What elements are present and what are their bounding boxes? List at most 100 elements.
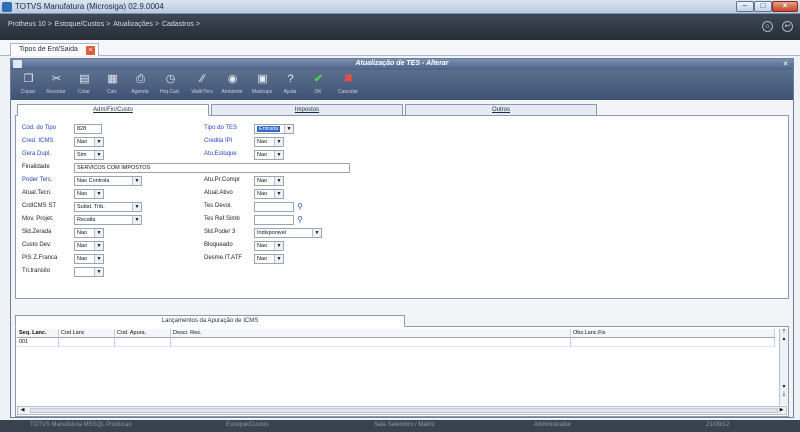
bloqueado-label: Bloqueado [204,242,233,248]
select-value: Nao [257,178,268,184]
chevron-down-icon: ▼ [94,268,103,276]
atu-estoque-select[interactable]: Nao ▼ [254,150,284,160]
tipo-tes-label: Tipo do TES [204,125,238,131]
ok-button[interactable]: ✔ OK [305,72,331,99]
minimize-button[interactable]: – [736,1,754,12]
bloqueado-select[interactable]: Nao ▼ [254,241,284,251]
select-value: Nao Controla [77,178,110,184]
table-cell[interactable] [171,338,571,347]
calculator-icon: ▦ [107,73,118,85]
workspace: Tipos de Ent/Saida × Atualização de TES … [0,40,800,420]
chevron-down-icon: ▼ [94,242,103,250]
tes-devol-field[interactable] [254,202,294,212]
pis-z-franca-select[interactable]: Nao ▼ [74,254,104,264]
atual-ativo-select[interactable]: Nao ▼ [254,189,284,199]
scroll-left-icon[interactable]: ◀ [18,407,27,414]
tab-label: Lançamentos da Apuração de ICMS [161,318,259,324]
breadcrumb-item[interactable]: Cadastros > [162,21,200,28]
chevron-down-icon: ▼ [274,190,283,198]
ambiente-button[interactable]: ◉ Ambiente [219,72,245,99]
atu-pr-compr-select[interactable]: Nao ▼ [254,176,284,186]
vertical-scrollbar[interactable]: ⤒ ▲ ▼ ⤓ [779,329,788,405]
column-header[interactable]: Seq. Lanc. [17,329,59,338]
cut-button[interactable]: ✂ Recortar [43,72,69,99]
tab-lancamentos-icms[interactable]: Lançamentos da Apuração de ICMS [15,315,405,327]
cod-tipo-field[interactable]: 828 [74,124,102,134]
horizontal-scrollbar[interactable]: ◀ ▶ [17,406,787,415]
tes-ref-simb-field[interactable] [254,215,294,225]
scroll-up-icon[interactable]: ▲ [780,336,788,343]
status-date: 21/09/12 [706,422,730,428]
agenda-button[interactable]: ⎙ Agenda [127,72,153,99]
mov-projet-select[interactable]: Recalla ▼ [74,215,142,225]
table-cell[interactable] [571,338,775,347]
sld-poder3-select[interactable]: Indisponivel ▼ [254,228,322,238]
home-icon[interactable]: ⌂ [762,21,773,32]
mashups-button[interactable]: ▣ Mashups [249,72,275,99]
custo-dev-label: Custo Dev. [22,242,52,248]
close-tab-icon[interactable]: × [85,46,95,55]
exit-icon[interactable]: ↩ [782,21,793,32]
cred-icms-select[interactable]: Nao ▼ [74,137,104,147]
chevron-down-icon: ▼ [94,229,103,237]
dialog-close-icon[interactable]: ✕ [781,60,790,69]
table-cell[interactable] [59,338,115,347]
scroll-top-icon[interactable]: ⤒ [780,329,788,336]
poder-terc-select[interactable]: Nao Controla ▼ [74,176,142,186]
status-user: Administrador [534,422,572,428]
tipo-tes-select[interactable]: Entrada ▼ [254,124,294,134]
close-window-button[interactable]: × [772,1,798,12]
scroll-down-icon[interactable]: ▼ [780,384,788,391]
column-header[interactable]: Cod. Apura. [115,329,171,338]
pis-z-franca-label: PIS Z.Franca [22,255,58,261]
history-button[interactable]: ◷ Hrq.Cad. [157,72,183,99]
column-header[interactable]: Cod Lanc [59,329,115,338]
atual-tecn-select[interactable]: Nao ▼ [74,189,104,199]
scroll-bottom-icon[interactable]: ⤓ [780,391,788,398]
status-module: Estoque/Custos [226,422,269,428]
doc-tab-tipos[interactable]: Tipos de Ent/Saida × [10,43,99,56]
grid-panel: Seq. Lanc. Cod Lanc Cod. Apura. Descr. R… [15,326,789,417]
breadcrumb-item[interactable]: Estoque/Custos > [55,21,110,28]
custo-dev-select[interactable]: Nao ▼ [74,241,104,251]
scroll-thumb[interactable] [30,408,778,413]
finalidade-field[interactable]: SERVICOS COM IMPOSTOS [74,163,350,173]
credita-ipi-select[interactable]: Nao ▼ [254,137,284,147]
paste-button[interactable]: ▤ Colar [71,72,97,99]
gera-dupl-select[interactable]: Sim ▼ [74,150,104,160]
help-button[interactable]: ? Ajuda [277,72,303,99]
table-row[interactable]: 001 [17,338,775,347]
tes-dialog: Atualização de TES - Alterar ✕ ❐ Copiar ✂… [10,58,794,418]
select-value: Nao [257,139,268,145]
select-value: Nao [257,256,268,262]
cancel-button[interactable]: ✖ Cancelar [335,72,361,99]
toolbar: ❐ Copiar ✂ Recortar ▤ Colar ▦ Calc ⎙ Agenda ◷… [11,70,793,100]
chevron-down-icon: ▼ [274,177,283,185]
crd-icms-st-select[interactable]: Subst. Trib. ▼ [74,202,142,212]
search-icon[interactable]: ⚲ [297,202,306,211]
tab-adm-fin-custo[interactable]: Adm/Fin/Custo [17,104,209,116]
tab-label: Impostos [294,107,320,113]
menu-band: Protheus 10 > Estoque/Custos > Atualizaç… [0,14,800,40]
sld-zerada-select[interactable]: Nao ▼ [74,228,104,238]
walkthru-button[interactable]: ⁄⁄ WalkThru [189,72,215,99]
globe-icon: ◉ [227,73,238,85]
scroll-right-icon[interactable]: ▶ [777,407,786,414]
desme-it-atf-select[interactable]: Nao ▼ [254,254,284,264]
column-header[interactable]: Descr. Res. [171,329,571,338]
column-header[interactable]: Obs.Lanc.Fis [571,329,775,338]
copy-button[interactable]: ❐ Copiar [15,72,41,99]
tes-devol-label: Tes Devol. [204,203,233,209]
search-icon[interactable]: ⚲ [297,215,306,224]
calc-button[interactable]: ▦ Calc [99,72,125,99]
maximize-button[interactable]: □ [754,1,772,12]
select-value: Nao [257,152,268,158]
grid-header-row: Seq. Lanc. Cod Lanc Cod. Apura. Descr. R… [17,329,775,338]
tri-transito-select[interactable]: ▼ [74,267,104,277]
table-cell[interactable] [115,338,171,347]
table-cell[interactable]: 001 [17,338,59,347]
breadcrumb-item[interactable]: Atualizações > [113,21,159,28]
breadcrumb-item[interactable]: Protheus 10 > [8,21,52,28]
scissors-icon: ✂ [51,73,62,85]
minimize-icon: – [742,1,748,10]
